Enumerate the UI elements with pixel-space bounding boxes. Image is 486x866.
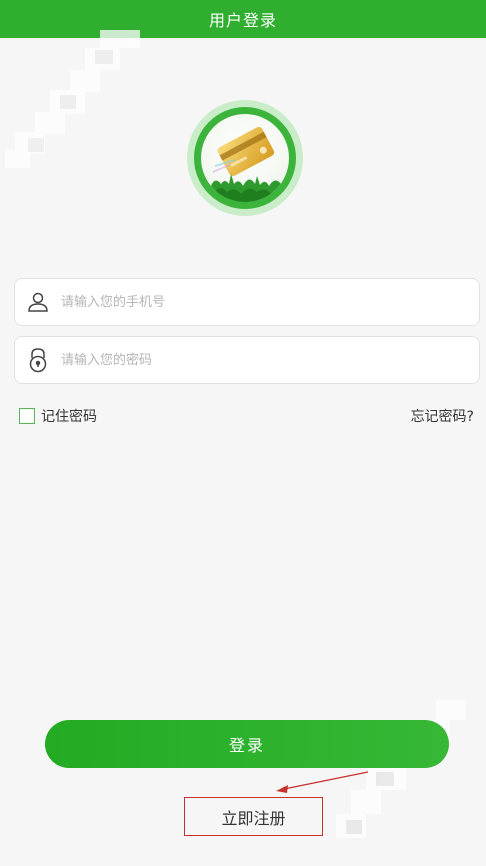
app-header: 用户登录 [0, 0, 486, 38]
password-input[interactable] [61, 340, 479, 380]
app-logo [187, 100, 303, 216]
remember-label: 记住密码 [41, 409, 97, 425]
remember-password[interactable]: 记住密码 [19, 406, 97, 426]
password-field[interactable] [14, 336, 480, 384]
page-title: 用户登录 [208, 11, 277, 30]
register-link[interactable]: 立即注册 [184, 797, 323, 836]
login-button[interactable]: 登录 [45, 720, 449, 768]
phone-input[interactable] [61, 282, 479, 322]
remember-checkbox[interactable] [19, 408, 35, 424]
lock-icon [15, 337, 61, 383]
user-icon [15, 279, 61, 325]
forgot-password-link[interactable]: 忘记密码? [411, 406, 474, 426]
mosaic-overlay-bottom-right [336, 700, 466, 838]
card-logo-icon [201, 114, 289, 202]
phone-field[interactable] [14, 278, 480, 326]
login-screen: 用户登录 请输入您的手机号 记住密码 忘记密码? 登录 立即注册 [0, 0, 486, 866]
mosaic-overlay-top-left [5, 30, 140, 168]
